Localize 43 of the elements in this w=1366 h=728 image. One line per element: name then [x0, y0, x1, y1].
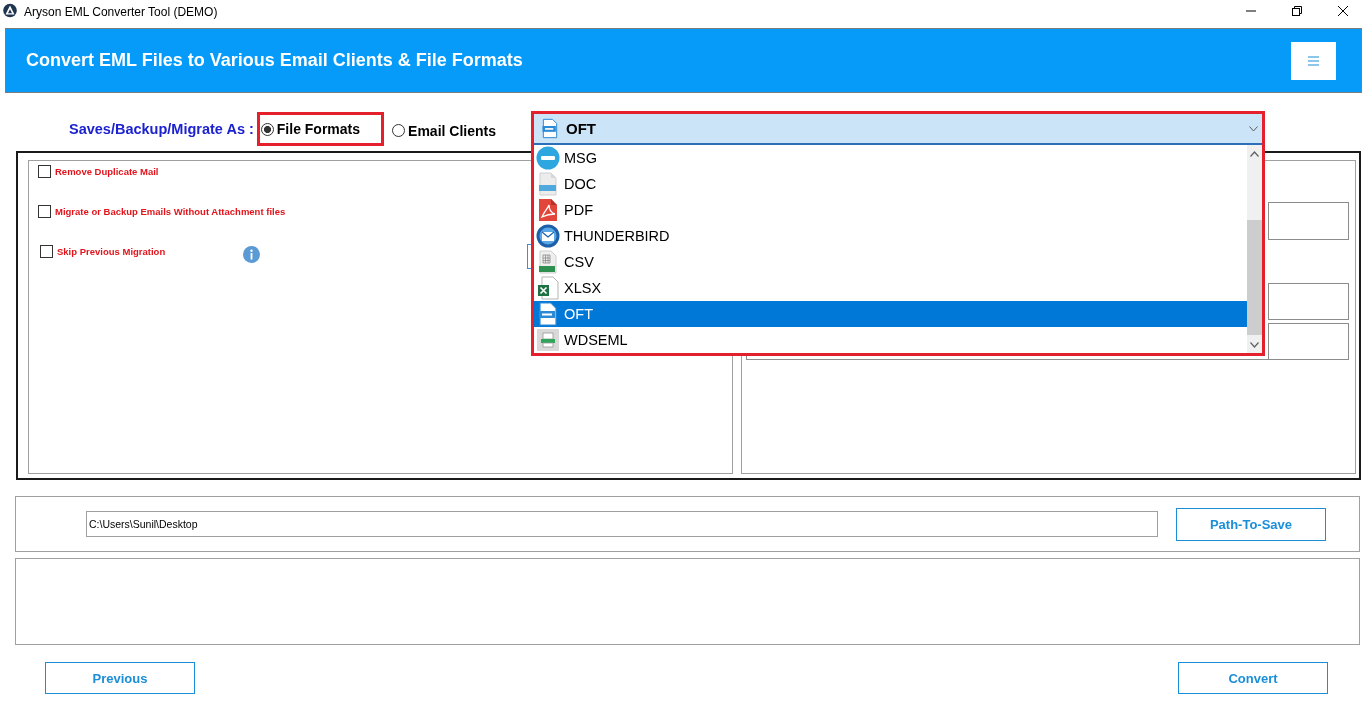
document-icon — [536, 302, 560, 326]
checkbox-label[interactable]: Skip Previous Migration — [57, 245, 243, 258]
chevron-down-icon — [1249, 125, 1258, 132]
window-title: Aryson EML Converter Tool (DEMO) — [24, 5, 218, 19]
input-field[interactable] — [1268, 202, 1349, 240]
radio-label[interactable]: File Formats — [276, 121, 361, 137]
input-field[interactable] — [1268, 323, 1349, 360]
menu-button[interactable] — [1291, 41, 1336, 80]
previous-button[interactable]: Previous — [45, 662, 195, 694]
envelope-icon — [536, 224, 560, 248]
format-combobox[interactable]: OFT — [534, 114, 1262, 145]
info-icon[interactable] — [243, 246, 260, 263]
radio-button[interactable] — [260, 122, 274, 136]
document-icon — [540, 117, 560, 140]
save-as-label: Saves/Backup/Migrate As : — [69, 121, 254, 137]
document-icon — [536, 172, 560, 196]
menu-icon — [1308, 55, 1319, 66]
checkbox[interactable] — [38, 165, 51, 178]
radio-label[interactable]: Email Clients — [408, 122, 496, 139]
convert-button[interactable]: Convert — [1178, 662, 1328, 694]
header-title: Convert EML Files to Various Email Clients & File Formats — [26, 50, 523, 71]
checkbox-label[interactable]: Remove Duplicate Mail — [55, 165, 241, 178]
checkbox[interactable] — [40, 245, 53, 258]
printer-icon — [536, 328, 560, 352]
document-icon — [536, 198, 560, 222]
restore-icon — [1292, 6, 1302, 16]
round-badge-icon — [536, 146, 560, 170]
scroll-down-icon[interactable] — [1250, 342, 1259, 348]
radio-button[interactable] — [392, 124, 406, 137]
close-icon — [1338, 6, 1348, 16]
input-field[interactable] — [1268, 283, 1349, 320]
scroll-up-icon[interactable] — [1250, 151, 1259, 157]
covered-button[interactable] — [527, 244, 531, 269]
scrollbar[interactable] — [1247, 145, 1262, 353]
spreadsheet-icon — [536, 276, 560, 300]
path-to-save-button[interactable]: Path-To-Save — [1176, 507, 1326, 541]
scrollbar-thumb[interactable] — [1247, 220, 1262, 335]
checkbox-label[interactable]: Migrate or Backup Emails Without Attachment files — [55, 205, 286, 218]
dropdown-option[interactable]: OFT — [534, 301, 1247, 327]
spreadsheet-icon — [536, 250, 560, 274]
app-logo-icon — [3, 3, 17, 18]
path-field[interactable]: C:\Users\Sunil\Desktop — [86, 511, 1158, 537]
checkbox[interactable] — [38, 205, 51, 218]
